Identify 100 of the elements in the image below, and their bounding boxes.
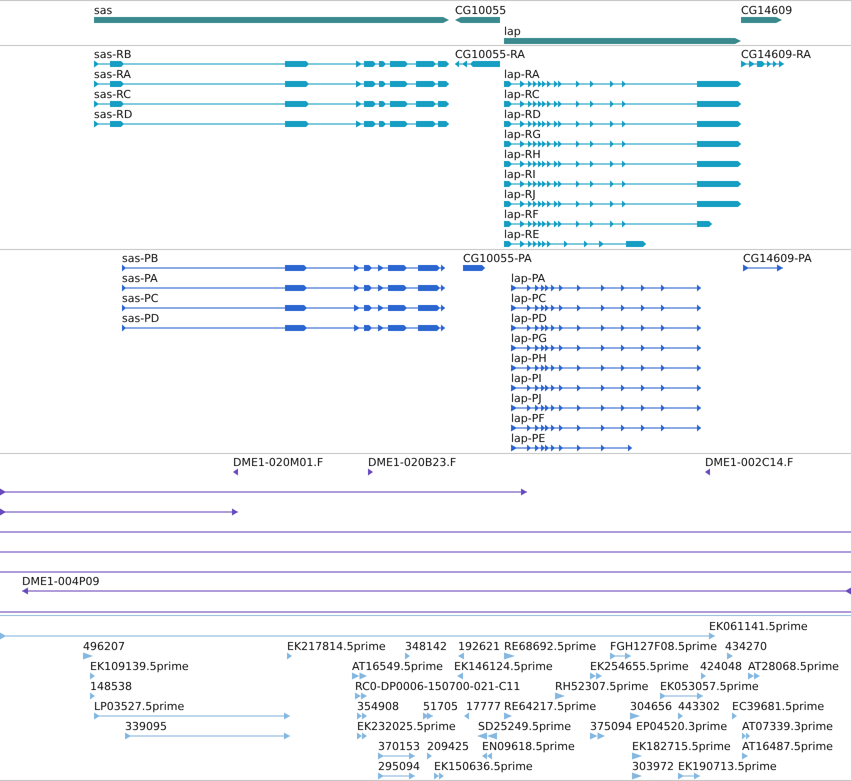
est-label: EP04520.3prime <box>636 720 728 733</box>
est-glyph <box>423 712 433 720</box>
protein-label: lap-PH <box>511 352 547 365</box>
est-label: EK217814.5prime <box>287 640 386 653</box>
protein-label: sas-PD <box>122 312 160 325</box>
est-label: AT16549.5prime <box>352 660 443 673</box>
est-glyph <box>742 752 748 760</box>
est-label: FGH127F08.5prime <box>610 640 717 653</box>
est-glyph <box>555 692 565 700</box>
est-label: EK061141.5prime <box>709 620 808 633</box>
est-label: 354908 <box>357 700 399 713</box>
est-label: 496207 <box>83 640 125 653</box>
est-glyph <box>727 652 733 660</box>
est-glyph <box>90 672 95 680</box>
clone-label: DME1-020M01.F <box>233 456 324 469</box>
est-glyph <box>352 672 367 680</box>
est-glyph <box>464 712 469 720</box>
est-label: EK232025.5prime <box>357 720 456 733</box>
transcript-glyph <box>741 60 784 68</box>
est-label: EK109139.5prime <box>90 660 189 673</box>
est-glyph <box>427 752 432 760</box>
protein-glyph <box>463 264 485 272</box>
est-label: EC39681.5prime <box>732 700 824 713</box>
protein-label: lap-PG <box>511 332 547 345</box>
clone-label: DME1-002C14.F <box>705 456 794 469</box>
est-label: 370153 <box>378 740 420 753</box>
est-label: 348142 <box>405 640 447 653</box>
transcript-label: lap-RH <box>504 148 541 161</box>
est-label: 424048 <box>700 660 742 673</box>
est-glyph <box>748 672 760 680</box>
transcript-label: sas-RD <box>94 108 132 121</box>
est-glyph <box>90 692 95 700</box>
protein-label: sas-PB <box>122 252 158 265</box>
est-label: 295094 <box>378 760 420 773</box>
gene-label: sas <box>94 4 112 17</box>
transcript-label: lap-RD <box>504 108 541 121</box>
est-label: 339095 <box>125 720 167 733</box>
est-label: 443302 <box>678 700 720 713</box>
transcript-label: lap-RF <box>504 208 539 221</box>
est-glyph <box>630 712 640 720</box>
est-glyph <box>504 652 515 660</box>
clone-glyph <box>233 468 238 476</box>
protein-label: lap-PF <box>511 412 545 425</box>
est-label: 304656 <box>630 700 672 713</box>
est-glyph <box>357 712 367 720</box>
est-glyph <box>405 652 410 660</box>
clone-glyph <box>368 468 373 476</box>
protein-label: CG14609-PA <box>743 252 812 265</box>
est-glyph <box>357 732 367 740</box>
protein-label: sas-PC <box>122 292 158 305</box>
transcript-label: lap-RI <box>504 168 536 181</box>
est-label: EK190713.5prime <box>678 760 777 773</box>
est-label: RE64217.5prime <box>504 700 596 713</box>
est-label: RC0-DP0006-150700-021-C11 <box>355 680 520 693</box>
est-glyph <box>482 752 492 760</box>
protein-label: CG10055-PA <box>463 252 532 265</box>
transcript-label: lap-RJ <box>504 188 536 201</box>
est-label: LP03527.5prime <box>94 700 184 713</box>
transcript-label: CG14609-RA <box>741 48 811 61</box>
est-label: 303972 <box>632 760 674 773</box>
est-label: RE68692.5prime <box>504 640 596 653</box>
est-label: 434270 <box>725 640 767 653</box>
gene-bar <box>455 16 500 24</box>
protein-label: lap-PC <box>511 292 546 305</box>
est-label: 192621 <box>458 640 500 653</box>
gene-label: CG14609 <box>741 4 792 17</box>
gene-label: CG10055 <box>455 4 506 17</box>
clone-label: DME1-004P09 <box>22 575 100 588</box>
est-glyph <box>458 652 464 660</box>
gene-label: lap <box>504 25 521 38</box>
est-label: AT16487.5prime <box>742 740 833 753</box>
transcript-label: lap-RE <box>504 228 540 241</box>
est-glyph <box>477 732 497 740</box>
est-glyph <box>610 652 631 660</box>
protein-label: lap-PJ <box>511 392 542 405</box>
est-glyph <box>632 752 642 760</box>
transcript-label: sas-RC <box>94 88 131 101</box>
protein-label: lap-PE <box>511 432 546 445</box>
est-label: 209425 <box>427 740 469 753</box>
protein-label: lap-PD <box>511 312 547 325</box>
est-glyph <box>590 732 605 740</box>
est-label: SD25249.5prime <box>478 720 571 733</box>
transcript-label: sas-RB <box>94 48 132 61</box>
est-label: 51705 <box>423 700 458 713</box>
est-glyph <box>732 712 737 720</box>
est-label: AT28068.5prime <box>748 660 839 673</box>
est-glyph <box>83 652 93 660</box>
transcript-label: CG10055-RA <box>455 48 525 61</box>
est-glyph <box>701 672 706 680</box>
est-glyph <box>660 692 703 700</box>
est-glyph <box>678 712 683 720</box>
est-glyph <box>287 652 292 660</box>
est-glyph <box>590 672 602 680</box>
transcript-label: lap-RG <box>504 128 541 141</box>
transcript-label: lap-RA <box>504 68 540 81</box>
clone-glyph <box>705 468 710 476</box>
protein-glyph <box>743 264 783 272</box>
est-label: EK053057.5prime <box>660 680 759 693</box>
est-glyph <box>355 692 367 700</box>
est-label: 148538 <box>90 680 132 693</box>
